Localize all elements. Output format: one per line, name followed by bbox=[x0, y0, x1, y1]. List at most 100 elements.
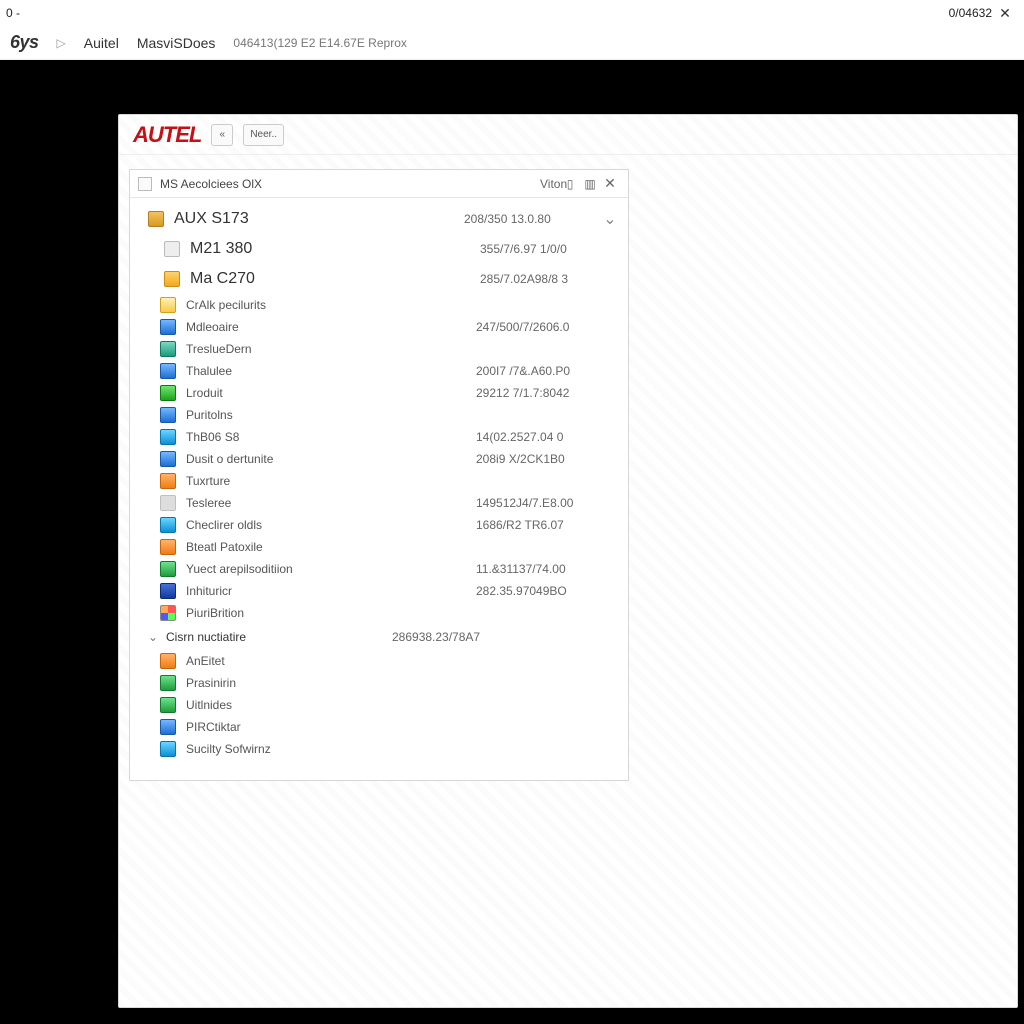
item-label: Prasinirin bbox=[186, 676, 476, 690]
tree-row[interactable]: Ma C270285/7.02A98/8 3 bbox=[130, 264, 628, 294]
breadcrumb-1[interactable]: Auitel bbox=[84, 35, 119, 51]
tree-row[interactable]: PIRCtiktar bbox=[130, 716, 628, 738]
back-button[interactable]: « bbox=[211, 124, 233, 146]
item-icon bbox=[160, 517, 176, 533]
panel-title: MS Aecolciees OlX bbox=[160, 177, 262, 191]
item-label: Ma C270 bbox=[190, 270, 480, 288]
tree-row[interactable]: Tuxrture bbox=[130, 470, 628, 492]
item-icon bbox=[160, 741, 176, 757]
tree-row[interactable]: Dusit o dertunite208i9 X/2CK1B0 bbox=[130, 448, 628, 470]
item-label: Yuect arepilsoditiion bbox=[186, 562, 476, 576]
tree-row[interactable]: Mdleoaire247/500/7/2606.0 bbox=[130, 316, 628, 338]
item-label: CrAlk pecilurits bbox=[186, 298, 476, 312]
tree-row[interactable]: ThB06 S814(02.2527.04 0 bbox=[130, 426, 628, 448]
titlebar-left: 0 - bbox=[6, 6, 20, 20]
titlebar-right: 0/04632 bbox=[949, 6, 992, 20]
tree-row[interactable]: AnEitet bbox=[130, 650, 628, 672]
tree-row[interactable]: Tesleree149512J4/7.E8.00 bbox=[130, 492, 628, 514]
item-value: 247/500/7/2606.0 bbox=[476, 320, 618, 334]
item-icon bbox=[160, 473, 176, 489]
item-label: Checlirer oldls bbox=[186, 518, 476, 532]
item-icon bbox=[160, 605, 176, 621]
breadcrumb-3: 046413(129 E2 E14.67E Reprox bbox=[233, 36, 406, 50]
item-icon bbox=[160, 697, 176, 713]
breadcrumb-bar: 6ys ▷ Auitel MasviSDoes 046413(129 E2 E1… bbox=[0, 26, 1024, 60]
item-label: AnEitet bbox=[186, 654, 476, 668]
breadcrumb-2[interactable]: MasviSDoes bbox=[137, 35, 216, 51]
item-icon bbox=[160, 539, 176, 555]
panel-column-label: Viton bbox=[540, 177, 560, 191]
window-titlebar: 0 - 0/04632 ✕ bbox=[0, 0, 1024, 26]
tree-row[interactable]: Checlirer oldls1686/R2 TR6.07 bbox=[130, 514, 628, 536]
item-icon bbox=[164, 271, 180, 287]
window-close-button[interactable]: ✕ bbox=[992, 5, 1018, 22]
item-label: Cisrn nuctiatire bbox=[166, 630, 392, 644]
next-button[interactable]: Neer.. bbox=[243, 124, 284, 146]
tree-row[interactable]: Lroduit29212 7/1.7:8042 bbox=[130, 382, 628, 404]
item-value: 208i9 X/2CK1B0 bbox=[476, 452, 618, 466]
item-value: 208/350 13.0.80 bbox=[464, 212, 602, 226]
item-value: 11.&31137/74.00 bbox=[476, 562, 618, 576]
panel-layout-b-button[interactable]: ▥ bbox=[580, 177, 600, 191]
item-label: Tuxrture bbox=[186, 474, 476, 488]
item-label: Thalulee bbox=[186, 364, 476, 378]
item-label: Puritolns bbox=[186, 408, 476, 422]
item-icon bbox=[148, 211, 164, 227]
item-value: 1686/R2 TR6.07 bbox=[476, 518, 618, 532]
item-value: 285/7.02A98/8 3 bbox=[480, 272, 618, 286]
tree-row[interactable]: Uitlnides bbox=[130, 694, 628, 716]
tree-row[interactable]: Yuect arepilsoditiion11.&31137/74.00 bbox=[130, 558, 628, 580]
item-value: 355/7/6.97 1/0/0 bbox=[480, 242, 618, 256]
app-header: AUTEL « Neer.. bbox=[119, 115, 1017, 155]
panel-layout-a-button[interactable]: ▯ bbox=[560, 177, 580, 191]
item-icon bbox=[160, 451, 176, 467]
item-icon bbox=[160, 407, 176, 423]
app-window: AUTEL « Neer.. MS Aecolciees OlX Viton ▯… bbox=[118, 114, 1018, 1008]
tree-row[interactable]: Prasinirin bbox=[130, 672, 628, 694]
item-value: 149512J4/7.E8.00 bbox=[476, 496, 618, 510]
brand-logo: AUTEL bbox=[133, 122, 201, 148]
tree-row[interactable]: Thalulee200I7 /7&.A60.P0 bbox=[130, 360, 628, 382]
item-icon bbox=[160, 429, 176, 445]
tree-row[interactable]: CrAlk pecilurits bbox=[130, 294, 628, 316]
tree-row[interactable]: M21 380355/7/6.97 1/0/0 bbox=[130, 234, 628, 264]
app-logo: 6ys bbox=[10, 32, 39, 53]
item-icon bbox=[160, 561, 176, 577]
tree-row[interactable]: TreslueDern bbox=[130, 338, 628, 360]
breadcrumb-separator-icon: ▷ bbox=[57, 36, 66, 50]
tree-panel: MS Aecolciees OlX Viton ▯ ▥ ✕ AUX S17320… bbox=[129, 169, 629, 781]
item-icon bbox=[160, 363, 176, 379]
item-icon bbox=[160, 719, 176, 735]
item-label: M21 380 bbox=[190, 240, 480, 258]
item-value: 14(02.2527.04 0 bbox=[476, 430, 618, 444]
item-value: 200I7 /7&.A60.P0 bbox=[476, 364, 618, 378]
item-label: Bteatl Patoxile bbox=[186, 540, 476, 554]
tree-row[interactable]: Bteatl Patoxile bbox=[130, 536, 628, 558]
item-label: TreslueDern bbox=[186, 342, 476, 356]
item-label: PiuriBrition bbox=[186, 606, 476, 620]
item-icon bbox=[160, 495, 176, 511]
panel-header: MS Aecolciees OlX Viton ▯ ▥ ✕ bbox=[130, 170, 628, 198]
tree-list: AUX S173208/350 13.0.80⌄M21 380355/7/6.9… bbox=[130, 198, 628, 780]
panel-close-button[interactable]: ✕ bbox=[600, 175, 620, 192]
tree-row[interactable]: PiuriBrition bbox=[130, 602, 628, 624]
item-value: 29212 7/1.7:8042 bbox=[476, 386, 618, 400]
document-icon bbox=[138, 177, 152, 191]
tree-row[interactable]: Inhituricr282.35.97049BO bbox=[130, 580, 628, 602]
item-icon bbox=[160, 385, 176, 401]
item-icon bbox=[160, 653, 176, 669]
chevron-down-icon[interactable]: ⌄ bbox=[602, 209, 618, 229]
item-icon bbox=[160, 583, 176, 599]
item-icon bbox=[160, 675, 176, 691]
tree-row[interactable]: AUX S173208/350 13.0.80⌄ bbox=[130, 204, 628, 234]
tree-row[interactable]: Sucilty Sofwirnz bbox=[130, 738, 628, 760]
item-label: Inhituricr bbox=[186, 584, 476, 598]
item-label: Uitlnides bbox=[186, 698, 476, 712]
item-icon bbox=[160, 341, 176, 357]
tree-row[interactable]: Puritolns bbox=[130, 404, 628, 426]
item-icon bbox=[160, 297, 176, 313]
stage: AUTEL « Neer.. MS Aecolciees OlX Viton ▯… bbox=[0, 60, 1024, 1024]
tree-section[interactable]: Cisrn nuctiatire286938.23/78A7 bbox=[130, 624, 628, 650]
item-label: PIRCtiktar bbox=[186, 720, 476, 734]
item-icon bbox=[160, 319, 176, 335]
